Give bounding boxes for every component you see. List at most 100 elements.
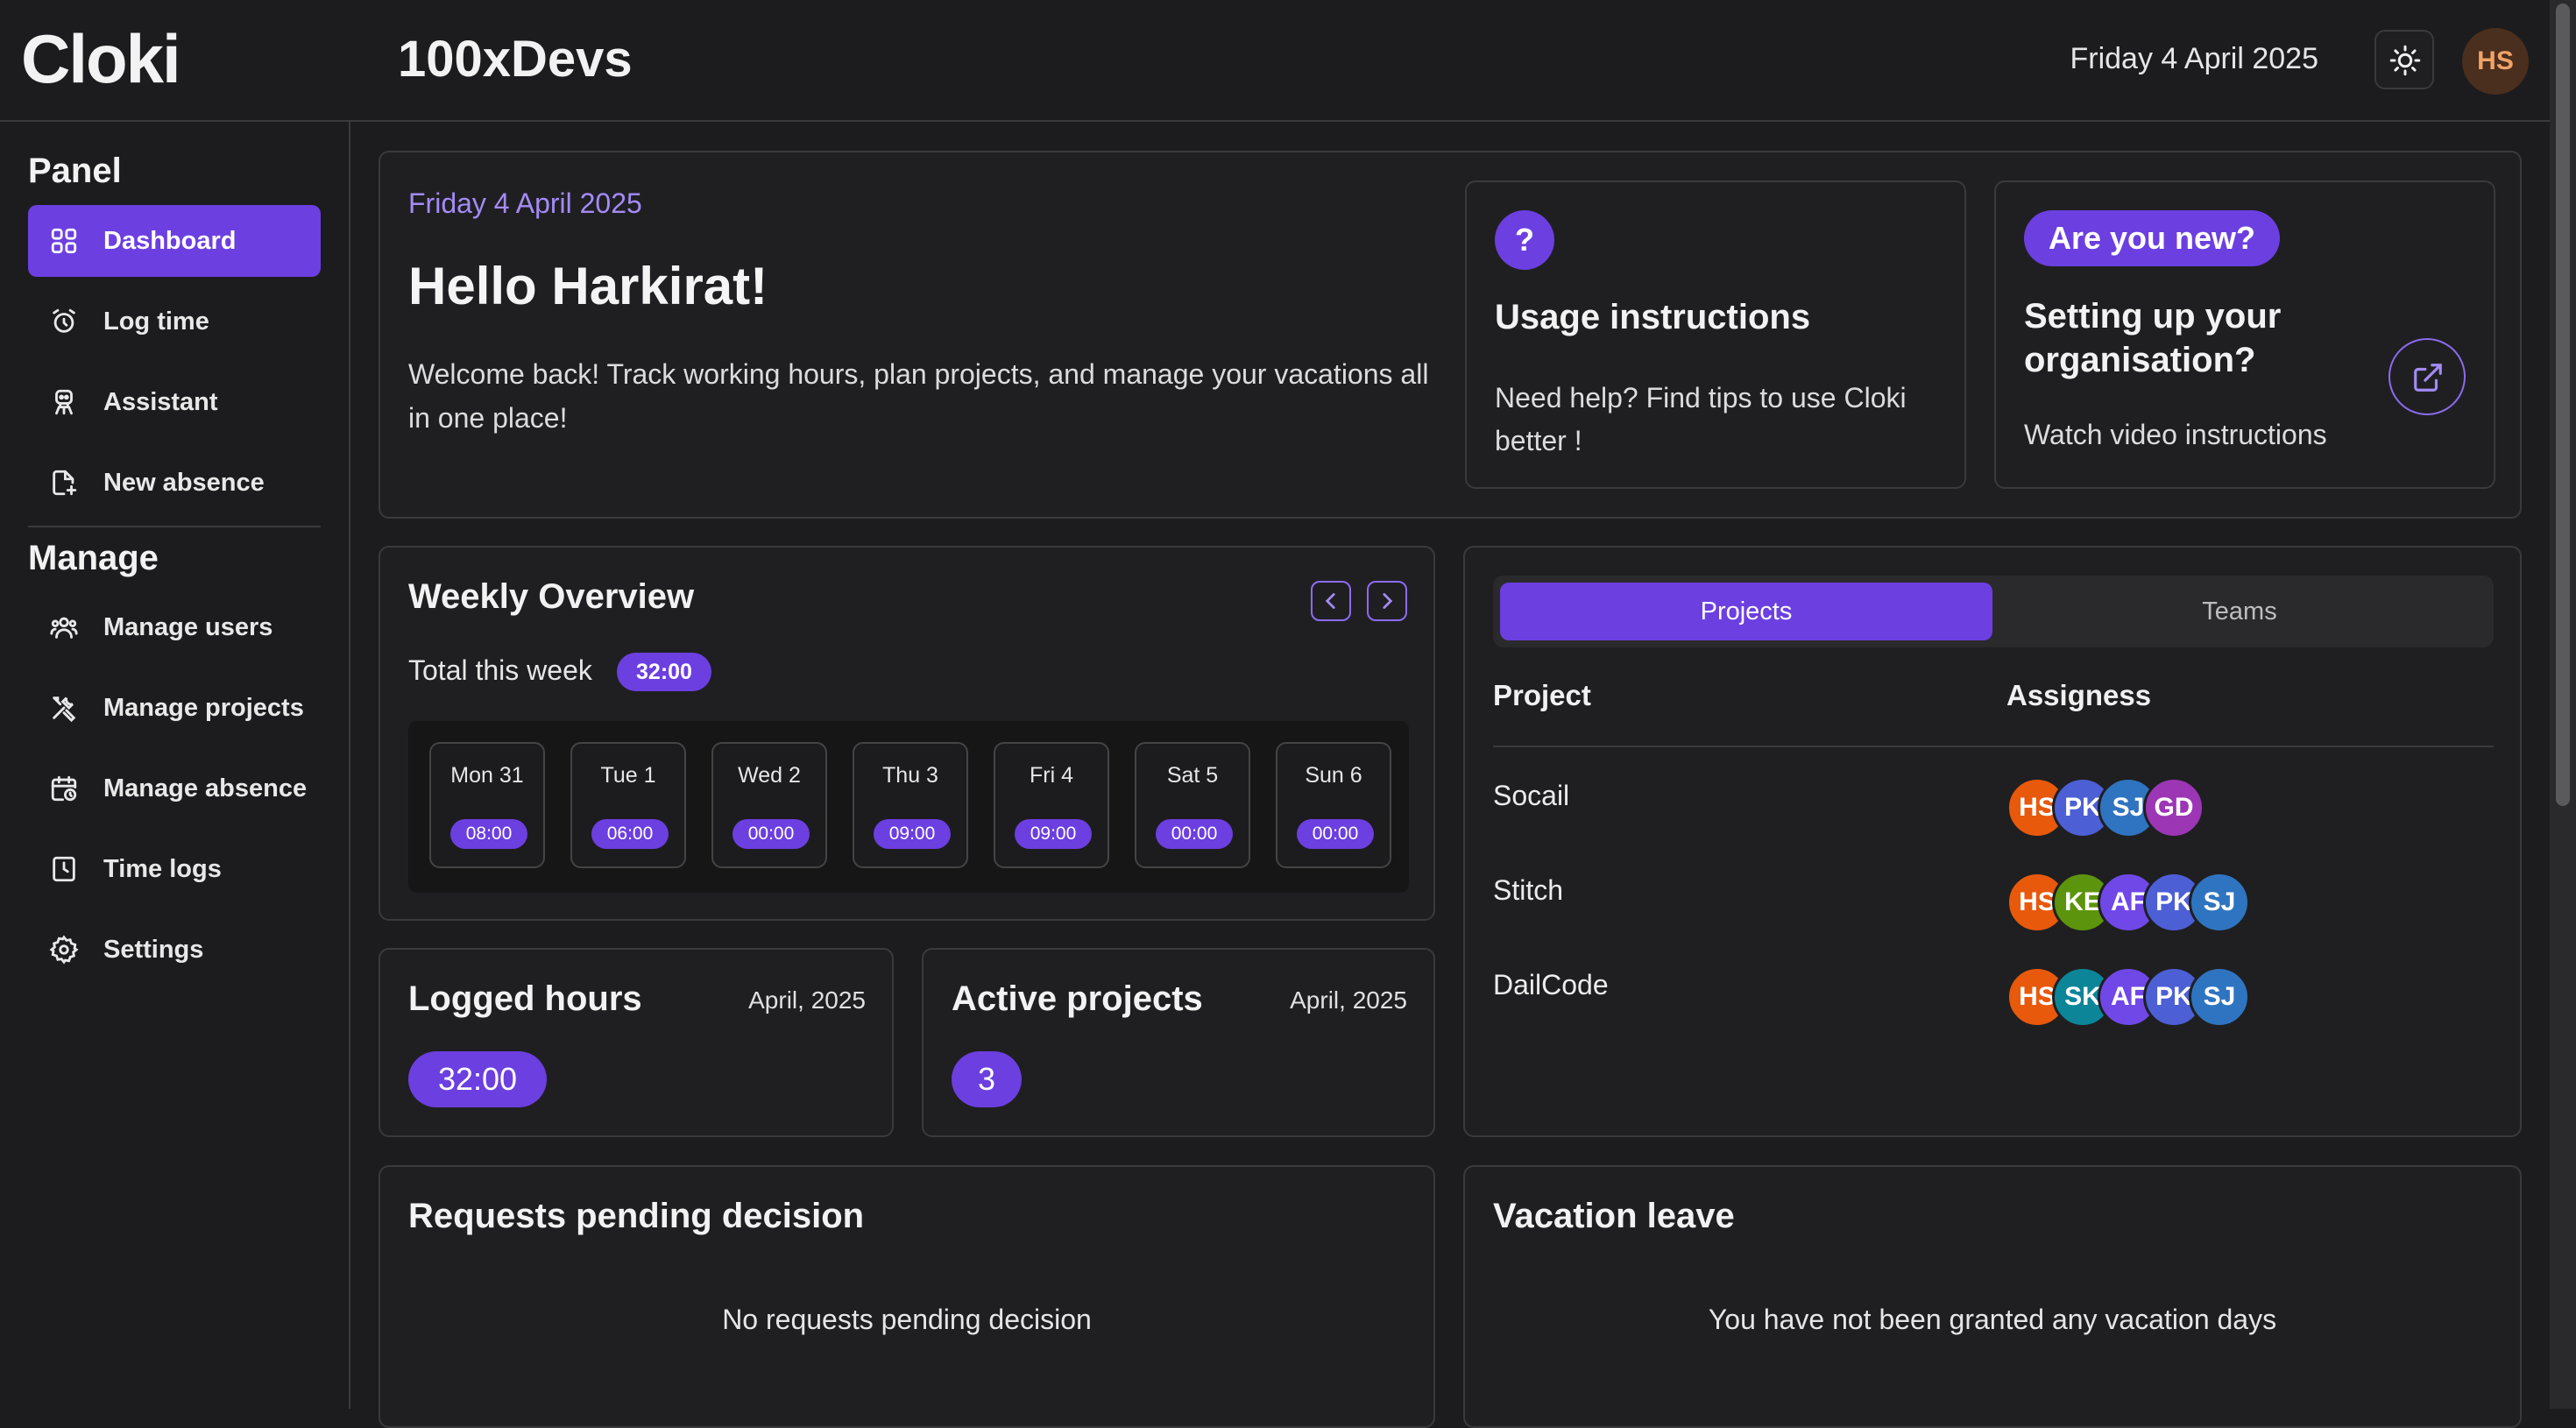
sun-icon <box>2389 45 2421 76</box>
usage-text: Need help? Find tips to use Cloki better… <box>1495 382 1907 456</box>
day-cell[interactable]: Sun 6 00:00 <box>1276 742 1391 868</box>
logged-hours-period: April, 2025 <box>748 986 866 1014</box>
sidebar-item-settings[interactable]: Settings <box>28 914 321 986</box>
active-projects-title: Active projects <box>952 979 1203 1018</box>
new-user-badge: Are you new? <box>2024 210 2281 266</box>
weekly-overview-title: Weekly Overview <box>408 577 695 616</box>
day-label: Thu 3 <box>882 763 938 788</box>
sidebar-item-label: Time logs <box>103 854 222 883</box>
chevron-left-icon <box>1325 593 1335 609</box>
header-date: Friday 4 April 2025 <box>2070 42 2319 75</box>
vacation-leave-card: Vacation leave You have not been granted… <box>1463 1165 2522 1428</box>
day-cell[interactable]: Wed 2 00:00 <box>711 742 827 868</box>
sidebar-item-label: Manage users <box>103 612 273 641</box>
sidebar-item-label: Assistant <box>103 387 218 416</box>
sidebar-item-manage-absence[interactable]: Manage absence <box>28 753 321 824</box>
sidebar-item-label: Manage absence <box>103 774 308 802</box>
sidebar-item-log-time[interactable]: Log time <box>28 286 321 357</box>
sidebar-item-new-absence[interactable]: New absence <box>28 447 321 519</box>
sidebar-item-dashboard[interactable]: Dashboard <box>28 205 321 277</box>
file-plus-icon <box>53 470 77 496</box>
day-cell[interactable]: Sat 5 00:00 <box>1135 742 1250 868</box>
calendar-clock-icon <box>51 775 77 802</box>
logged-hours-title: Logged hours <box>408 979 642 1018</box>
sidebar-item-label: Manage projects <box>103 693 304 722</box>
greeting-title: Hello Harkirat! <box>408 257 768 315</box>
sidebar-item-label: Settings <box>103 935 204 964</box>
weekly-overview-card: Weekly Overview Total this week 32:00 Mo… <box>379 546 1435 921</box>
watch-video-link[interactable]: Watch video instructions <box>2024 419 2327 451</box>
page-scrollbar[interactable] <box>2550 0 2576 1409</box>
day-cell[interactable]: Thu 3 09:00 <box>853 742 968 868</box>
requests-empty-text: No requests pending decision <box>722 1304 1092 1335</box>
project-name: Stitch <box>1493 874 1564 906</box>
organization-name: 100xDevs <box>398 31 633 88</box>
vacation-empty-text: You have not been granted any vacation d… <box>1708 1304 2277 1335</box>
day-hours: 09:00 <box>1015 819 1092 849</box>
day-hours: 00:00 <box>1297 819 1374 849</box>
day-hours: 08:00 <box>450 819 527 849</box>
day-cell[interactable]: Mon 31 08:00 <box>429 742 545 868</box>
sidebar-item-label: Dashboard <box>103 226 237 255</box>
users-icon <box>50 617 78 639</box>
sidebar-item-label: New absence <box>103 468 265 497</box>
app-logo[interactable]: Cloki <box>21 19 181 99</box>
sidebar-item-label: Log time <box>103 307 209 336</box>
table-header-divider <box>1493 746 2494 747</box>
sidebar: Panel Dashboard Log time Assistant New a… <box>0 122 350 1409</box>
help-icon: ? <box>1495 210 1554 270</box>
day-hours: 00:00 <box>1156 819 1233 849</box>
day-hours: 09:00 <box>874 819 951 849</box>
day-cell[interactable]: Fri 4 09:00 <box>994 742 1109 868</box>
project-name: Socail <box>1493 780 1570 811</box>
gear-icon <box>49 935 79 965</box>
requests-pending-card: Requests pending decision No requests pe… <box>379 1165 1435 1428</box>
total-week-value: 32:00 <box>617 653 711 691</box>
chevron-right-icon <box>1383 593 1393 609</box>
user-avatar[interactable]: HS <box>2462 28 2529 95</box>
manage-section-title: Manage <box>28 539 159 577</box>
avatar[interactable]: SJ <box>2189 872 2250 933</box>
active-projects-value: 3 <box>952 1051 1022 1107</box>
day-hours: 00:00 <box>732 819 810 849</box>
usage-title: Usage instructions <box>1495 298 1811 336</box>
tab-projects[interactable]: Projects <box>1500 583 1992 640</box>
projects-teams-card: Projects Teams Project Assigness Socail … <box>1463 546 2522 1137</box>
sidebar-item-time-logs[interactable]: Time logs <box>28 833 321 905</box>
top-header: Cloki 100xDevs Friday 4 April 2025 HS <box>0 0 2550 122</box>
day-label: Mon 31 <box>450 763 524 788</box>
next-week-button[interactable] <box>1367 581 1407 621</box>
theme-toggle-button[interactable] <box>2374 30 2434 89</box>
column-header-project: Project <box>1493 679 1591 711</box>
sidebar-item-assistant[interactable]: Assistant <box>28 366 321 438</box>
external-link-button[interactable] <box>2388 338 2466 415</box>
sidebar-item-manage-users[interactable]: Manage users <box>28 591 321 663</box>
day-label: Wed 2 <box>738 763 801 788</box>
scrollbar-thumb[interactable] <box>2556 4 2570 806</box>
total-week-label: Total this week <box>408 654 592 686</box>
tab-teams[interactable]: Teams <box>1992 583 2487 640</box>
avatar[interactable]: SJ <box>2189 966 2250 1028</box>
grid-icon <box>51 228 77 254</box>
previous-week-button[interactable] <box>1311 581 1351 621</box>
day-cell[interactable]: Tue 1 06:00 <box>570 742 686 868</box>
logged-hours-card: Logged hours April, 2025 32:00 <box>379 948 894 1137</box>
setup-organisation-card: Are you new? Setting up your organisatio… <box>1994 180 2495 489</box>
welcome-date: Friday 4 April 2025 <box>408 187 642 219</box>
welcome-card: Friday 4 April 2025 Hello Harkirat! Welc… <box>379 151 2522 519</box>
setup-title: Setting up your organisation? <box>2024 297 2282 379</box>
day-label: Sat 5 <box>1166 763 1219 788</box>
welcome-message: Welcome back! Track working hours, plan … <box>408 358 1429 434</box>
days-strip: Mon 31 08:00 Tue 1 06:00 Wed 2 00:00 Thu 3 0… <box>408 721 1409 893</box>
usage-instructions-card[interactable]: ? Usage instructions Need help? Find tip… <box>1465 180 1966 489</box>
external-link-icon <box>2414 364 2442 392</box>
project-name: DailCode <box>1493 969 1609 1000</box>
day-label: Sun 6 <box>1305 763 1362 788</box>
vacation-title: Vacation leave <box>1493 1197 1735 1235</box>
alarm-clock-icon <box>53 308 75 333</box>
active-projects-card: Active projects April, 2025 3 <box>922 948 1435 1137</box>
day-hours: 06:00 <box>591 819 669 849</box>
logged-hours-value: 32:00 <box>408 1051 547 1107</box>
avatar[interactable]: GD <box>2143 777 2204 838</box>
sidebar-item-manage-projects[interactable]: Manage projects <box>28 672 321 744</box>
